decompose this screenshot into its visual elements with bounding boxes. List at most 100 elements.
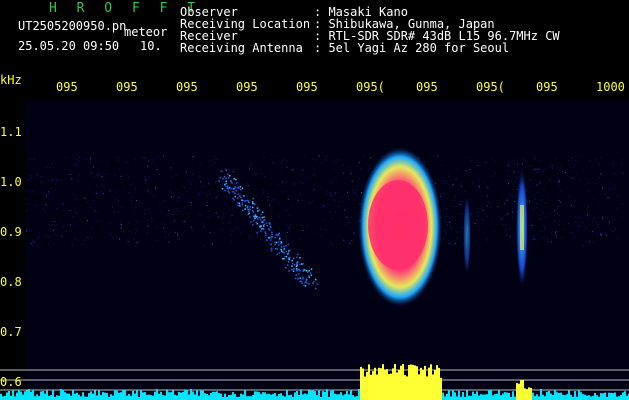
noise-dot	[262, 189, 264, 191]
streak-dot	[295, 274, 297, 276]
info-value-antenna: : 5el Yagi Az 280 for Seoul	[314, 41, 510, 55]
streak-dot	[263, 228, 265, 230]
profile-bar	[622, 392, 624, 400]
profile-bar	[228, 395, 230, 400]
profile-bar	[358, 389, 360, 400]
noise-dot	[231, 241, 233, 243]
noise-dot	[144, 179, 146, 181]
noise-dot	[224, 202, 226, 204]
noise-dot	[332, 244, 334, 246]
noise-dot	[572, 177, 574, 179]
profile-bar	[474, 394, 476, 400]
noise-dot	[69, 210, 71, 211]
noise-dot	[90, 172, 92, 174]
profile-bar	[244, 389, 246, 400]
noise-dot	[443, 182, 445, 184]
streak-dot	[262, 225, 265, 227]
noise-dot	[510, 228, 511, 230]
noise-dot	[575, 215, 577, 217]
noise-dot	[86, 202, 88, 204]
noise-dot	[51, 163, 53, 165]
streak-dot	[264, 231, 267, 233]
noise-dot	[266, 236, 268, 238]
noise-dot	[74, 164, 76, 165]
noise-dot	[596, 232, 598, 234]
streak-dot	[291, 265, 293, 267]
noise-dot	[367, 169, 369, 171]
noise-dot	[331, 195, 333, 197]
profile-bar	[344, 394, 346, 400]
noise-dot	[354, 192, 356, 194]
streak-dot	[278, 244, 280, 246]
y-tick: 0.6	[0, 375, 22, 389]
streak-dot	[262, 221, 265, 223]
noise-dot	[208, 210, 210, 212]
profile-bar	[126, 395, 128, 400]
noise-dot	[444, 218, 446, 220]
profile-bar	[384, 369, 386, 400]
noise-dot	[330, 195, 332, 196]
noise-dot	[169, 190, 171, 192]
profile-bar	[540, 389, 542, 400]
noise-dot	[461, 200, 463, 202]
noise-dot	[209, 160, 211, 161]
noise-dot	[212, 243, 213, 245]
noise-dot	[29, 174, 31, 176]
noise-dot	[178, 210, 179, 212]
noise-dot	[554, 220, 556, 222]
streak-dot	[235, 182, 238, 184]
noise-dot	[558, 224, 560, 226]
profile-bar	[194, 394, 196, 400]
noise-dot	[158, 173, 160, 175]
profile-bar	[96, 395, 98, 400]
noise-dot	[477, 179, 479, 180]
profile-bar	[620, 394, 622, 400]
profile-bar	[8, 391, 10, 400]
profile-bar	[458, 390, 460, 400]
profile-bar	[20, 391, 22, 400]
noise-dot	[72, 216, 74, 217]
noise-dot	[329, 211, 331, 213]
noise-dot	[607, 217, 609, 219]
streak-dot	[298, 273, 300, 275]
noise-dot	[246, 183, 248, 185]
noise-dot	[144, 209, 146, 211]
noise-dot	[347, 218, 349, 220]
noise-dot	[49, 228, 51, 230]
profile-bar	[98, 390, 100, 400]
profile-bar	[542, 394, 544, 400]
streak-dot	[225, 185, 227, 187]
streak-dot	[257, 210, 259, 212]
streak-dot	[315, 278, 317, 281]
x-tick: 095	[536, 80, 558, 94]
profile-bar	[416, 366, 418, 400]
profile-bar	[486, 394, 488, 400]
noise-dot	[185, 171, 187, 173]
noise-dot	[168, 210, 170, 212]
profile-bar	[428, 367, 430, 400]
noise-dot	[453, 199, 455, 201]
noise-dot	[307, 177, 309, 178]
noise-dot	[191, 183, 192, 185]
streak-dot	[294, 277, 297, 280]
noise-dot	[210, 190, 212, 192]
noise-dot	[351, 180, 353, 182]
noise-dot	[104, 181, 106, 183]
streak-dot	[233, 199, 235, 201]
noise-dot	[541, 237, 543, 239]
noise-dot	[26, 190, 28, 192]
noise-dot	[207, 216, 209, 218]
profile-bar	[264, 392, 266, 400]
streak-dot	[304, 281, 306, 284]
noise-dot	[321, 237, 323, 239]
profile-bar	[212, 391, 214, 400]
noise-dot	[578, 217, 580, 218]
profile-bar	[284, 396, 286, 400]
streak-dot	[276, 253, 278, 256]
noise-dot	[136, 200, 137, 202]
noise-dot	[287, 231, 289, 233]
profile-bar	[200, 389, 202, 400]
noise-dot	[142, 201, 144, 203]
noise-dot	[616, 195, 617, 197]
noise-dot	[479, 187, 481, 189]
